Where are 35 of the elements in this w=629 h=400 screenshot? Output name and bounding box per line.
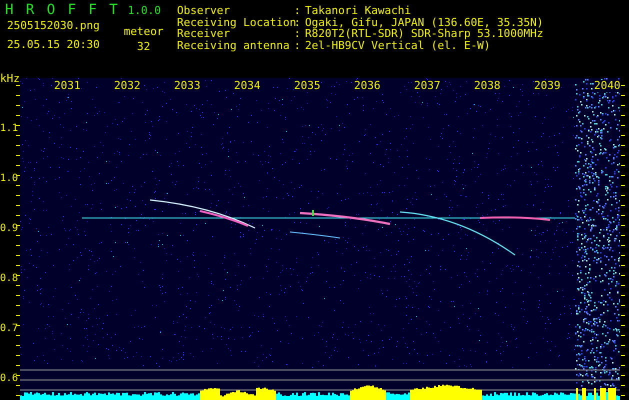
time-label: 2032 <box>114 80 140 92</box>
app-title: H R O F F T <box>5 2 120 18</box>
time-label: 2035 <box>294 80 320 92</box>
meteor-label: meteor <box>124 26 164 38</box>
info-label: Receiving antenna <box>177 40 291 51</box>
info-label: Receiving Location <box>177 16 293 28</box>
info-value: Ogaki, Gifu, JAPAN (136.60E, 35.35N) <box>305 16 544 28</box>
time-label: 2031 <box>54 80 80 92</box>
info-colon: : <box>294 5 302 16</box>
time-label: 2038 <box>474 80 500 92</box>
timestamp: 25.05.15 20:30 <box>7 39 100 51</box>
info-label: Observer <box>177 5 231 16</box>
frequency-label: 0.9 <box>0 223 18 235</box>
info-colon: : <box>294 28 302 40</box>
frequency-label: 0.6 <box>0 373 18 385</box>
time-label: 2033 <box>174 80 200 92</box>
info-value: R820T2(RTL-SDR) SDR-Sharp 53.1000MHz <box>305 28 544 40</box>
frequency-label: 1.0 <box>0 173 18 185</box>
time-label: 2040 <box>594 80 620 92</box>
meteor-count: 32 <box>136 41 150 53</box>
filename: 2505152030.png <box>7 20 100 32</box>
time-label: 2039 <box>534 80 560 92</box>
info-colon: : <box>294 40 302 51</box>
unit-label: kHz <box>0 73 20 85</box>
version-label: 1.0.0 <box>128 4 161 17</box>
info-label: Receiver <box>177 28 230 40</box>
info-colon: : <box>294 16 302 28</box>
frequency-label: 1.1 <box>0 123 18 135</box>
info-value: Takanori Kawachi <box>305 5 412 16</box>
frequency-label: 0.8 <box>0 273 18 285</box>
frequency-label: 0.7 <box>0 323 18 335</box>
time-label: 2037 <box>414 80 440 92</box>
time-label: 2036 <box>354 80 380 92</box>
info-value: 2el-HB9CV Vertical (el. E-W) <box>305 40 492 51</box>
time-label: 2034 <box>234 80 260 92</box>
